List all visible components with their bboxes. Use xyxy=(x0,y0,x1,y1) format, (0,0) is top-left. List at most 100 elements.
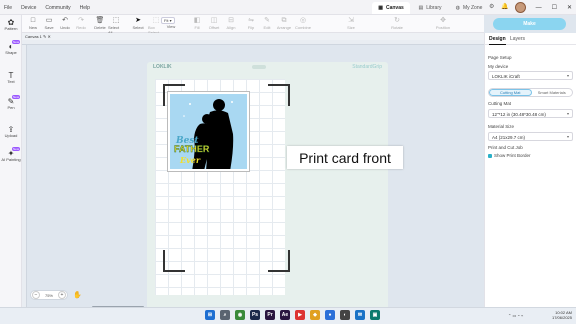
tool-label: Pattern xyxy=(4,26,18,31)
tool-pen[interactable]: ✎ Pen New xyxy=(0,95,22,110)
canvas-workspace[interactable]: LOKLIK StandardGrip Best FATHER Ever xyxy=(27,45,484,307)
tab-canvas[interactable]: ▦ Canvas xyxy=(372,2,410,14)
mat-brand-left: LOKLIK xyxy=(153,64,172,70)
canvas-tab-bar: Canvas 1 ✎ ✕ xyxy=(22,33,484,40)
tab-library[interactable]: ▤ Library xyxy=(411,2,449,14)
delete-icon: 🗑 xyxy=(95,17,105,24)
combine-button[interactable]: ◎ Combine xyxy=(294,16,312,30)
position-button[interactable]: ✥ Position xyxy=(434,16,452,30)
toolbar-label: Fill xyxy=(194,25,200,30)
design-background: Best FATHER Ever xyxy=(170,94,247,169)
window-controls: — ☐ ✕ xyxy=(536,0,572,15)
toolbar-label: Position xyxy=(435,25,451,30)
tool-label: Upload xyxy=(4,133,18,138)
menu-help[interactable]: Help xyxy=(80,5,90,11)
print-paper: Best FATHER Ever xyxy=(155,79,290,295)
app2-icon[interactable]: ◐ xyxy=(340,310,350,320)
card-design-image[interactable]: Best FATHER Ever xyxy=(167,91,250,172)
arrange-button[interactable]: ⧉ Arrange xyxy=(275,16,293,30)
size-button[interactable]: ⇲ Size xyxy=(342,16,360,30)
photoshop-icon[interactable]: Ps xyxy=(250,310,260,320)
library-icon: ▤ xyxy=(418,5,424,11)
close-button[interactable]: ✕ xyxy=(567,4,572,11)
offset-button[interactable]: ◫ Offset xyxy=(205,16,223,30)
tool-shape[interactable]: ◐ Shape New xyxy=(0,40,22,55)
left-toolbar: ✿ Pattern ◐ Shape New T Text ✎ Pen New ⇪ Upload ✦ AI … xyxy=(0,15,22,307)
new-badge: New xyxy=(11,147,20,151)
windows-start-icon[interactable]: ⊞ xyxy=(205,310,215,320)
registration-mark-bottom-left xyxy=(163,250,185,272)
toolbar-label: Offset xyxy=(208,25,220,30)
toolbar-label: Undo xyxy=(60,25,70,30)
top-toolbar: Fit ▾ View □ New ▭ Save ↶ Undo ↷ Redo 🗑 Delete ⬚ Se… xyxy=(22,15,484,35)
arrange-icon: ⧉ xyxy=(281,17,287,24)
system-clock[interactable]: 10:02 AM 17/06/2025 xyxy=(552,310,572,320)
canvas-icon: ▦ xyxy=(378,5,383,11)
tab-my-zone[interactable]: ◍ My Zone xyxy=(450,2,488,14)
registration-mark-top-right xyxy=(268,84,290,106)
files-icon[interactable]: ◆ xyxy=(310,310,320,320)
tool-label: Text xyxy=(7,79,15,84)
zoom-in-button[interactable]: + xyxy=(57,291,66,299)
loklik-icon[interactable]: ▣ xyxy=(370,310,380,320)
system-tray-icons[interactable]: ⌃ ▭ ◔ ⌁ xyxy=(508,313,523,318)
chrome-icon[interactable]: ◉ xyxy=(235,310,245,320)
save-icon: ▭ xyxy=(45,17,53,24)
tab-canvas-1[interactable]: Canvas 1 ✎ ✕ xyxy=(25,34,51,39)
combine-icon: ◎ xyxy=(299,17,307,24)
new-icon: □ xyxy=(30,17,36,24)
tool-ai-painting[interactable]: ✦ AI Painting New xyxy=(0,147,22,162)
tab-design[interactable]: Design xyxy=(489,36,506,45)
app-tabs: ▦ Canvas ▤ Library ◍ My Zone xyxy=(372,2,488,14)
bell-icon[interactable]: 🔔 xyxy=(501,3,508,10)
show-print-border-checkbox[interactable]: Show Print Border xyxy=(488,153,531,158)
tool-upload[interactable]: ⇪ Upload xyxy=(0,125,22,138)
app-icon[interactable]: ● xyxy=(325,310,335,320)
undo-button[interactable]: ↶ Undo xyxy=(57,16,73,30)
hand-pan-icon[interactable]: ✋ xyxy=(73,291,82,299)
position-icon: ✥ xyxy=(440,17,446,24)
redo-button[interactable]: ↷ Redo xyxy=(73,16,89,30)
select-button[interactable]: ➤ Select xyxy=(130,16,146,30)
avatar[interactable] xyxy=(515,2,526,13)
device-select[interactable]: LOKLIK iCraft ▾ xyxy=(488,71,573,80)
menu-file[interactable]: File xyxy=(4,5,12,11)
tab-layers[interactable]: Layers xyxy=(510,36,525,42)
title-bar: File Device Community Help ▦ Canvas ▤ Libr… xyxy=(0,0,576,15)
aftereffects-icon[interactable]: Ae xyxy=(280,310,290,320)
cutting-mat: LOKLIK StandardGrip Best FATHER Ever xyxy=(147,62,388,307)
rotate-icon: ↻ xyxy=(394,17,400,24)
offset-icon: ◫ xyxy=(210,17,218,24)
tool-text[interactable]: T Text xyxy=(0,71,22,84)
search-icon[interactable]: ⌕ xyxy=(220,310,230,320)
toolbar-label: Rotate xyxy=(391,25,403,30)
cutting-mat-select[interactable]: 12"*12 in (30.48*30.48 cm) ▾ xyxy=(488,109,573,118)
save-button[interactable]: ▭ Save xyxy=(41,16,57,30)
delete-button[interactable]: 🗑 Delete xyxy=(92,16,108,30)
box-select-icon: ⬚ xyxy=(152,17,160,24)
minimize-button[interactable]: — xyxy=(536,5,542,11)
zoom-level: 75% xyxy=(44,292,53,298)
menu-device[interactable]: Device xyxy=(21,5,36,11)
media-icon[interactable]: ▶ xyxy=(295,310,305,320)
align-button[interactable]: ⊟ Align xyxy=(222,16,240,30)
toolbar-label: Save xyxy=(44,25,54,30)
gear-icon[interactable]: ⚙ xyxy=(489,3,494,10)
fill-button[interactable]: ◧ Fill xyxy=(188,16,206,30)
make-it-button[interactable]: Make xyxy=(493,18,566,30)
toolbar-label: Redo xyxy=(76,25,86,30)
edit-button[interactable]: ✎ Edit xyxy=(258,16,276,30)
new-button[interactable]: □ New xyxy=(25,16,41,30)
maximize-button[interactable]: ☐ xyxy=(552,4,557,11)
mail-icon[interactable]: ✉ xyxy=(355,310,365,320)
menu-community[interactable]: Community xyxy=(45,5,70,11)
material-size-select[interactable]: A4 (21x29.7 cm) ▾ xyxy=(488,132,573,141)
premiere-icon[interactable]: Pr xyxy=(265,310,275,320)
smart-materials-option[interactable]: Smart Materials xyxy=(532,89,573,96)
my-zone-icon: ◍ xyxy=(455,5,460,11)
rotate-button[interactable]: ↻ Rotate xyxy=(388,16,406,30)
zoom-out-button[interactable]: − xyxy=(32,291,40,299)
tool-pattern[interactable]: ✿ Pattern xyxy=(0,18,22,31)
taskbar: ⊞ ⌕ ◉ Ps Pr Ae ▶ ◆ ● ◐ ✉ ▣ ⌃ ▭ ◔ ⌁ 10:02 AM 17/06/2… xyxy=(0,307,576,324)
cutting-mat-option[interactable]: Cutting Mat xyxy=(489,89,532,96)
